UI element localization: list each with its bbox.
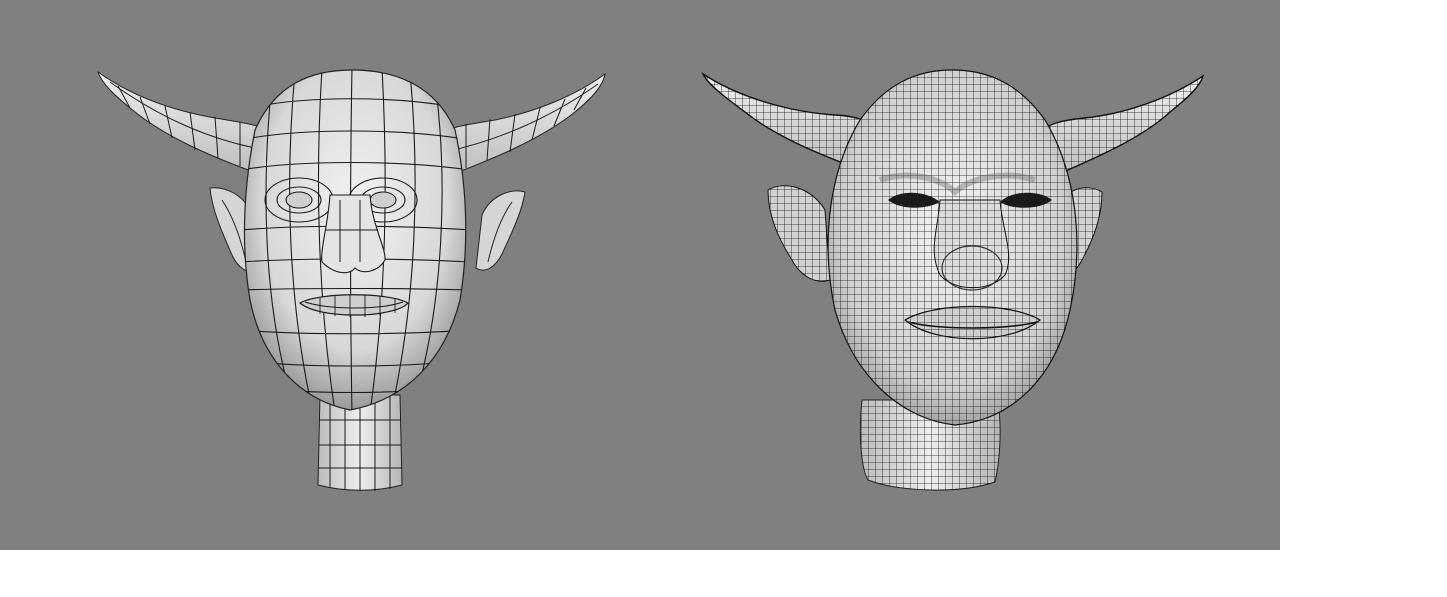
low-poly-neck [317, 394, 403, 491]
subdivided-head [827, 69, 1078, 426]
viewport-background [0, 0, 1280, 550]
viewport-canvas [0, 0, 1280, 550]
subdivided-nose [933, 199, 1010, 291]
3d-viewport [0, 0, 1280, 550]
